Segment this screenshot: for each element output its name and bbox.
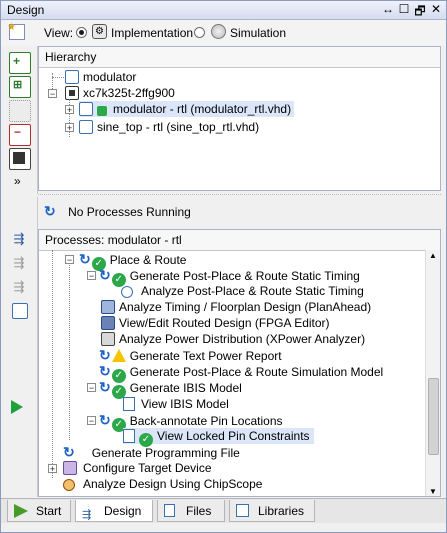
- process-chipscope[interactable]: Analyze Design Using ChipScope: [63, 476, 262, 492]
- tree-item-modulator-root[interactable]: modulator: [65, 69, 136, 85]
- view-bar: ★ View: ⚙ Implementation Simulation: [1, 20, 446, 46]
- collapse-icon[interactable]: −: [87, 383, 96, 393]
- process-status: ↻ No Processes Running: [38, 201, 191, 221]
- document-icon: [65, 70, 79, 84]
- process-programming-file[interactable]: ↻ Generate Programming File: [63, 444, 240, 460]
- process-analyze-static-timing[interactable]: Analyze Post-Place & Route Static Timing: [121, 283, 364, 299]
- open-report-icon[interactable]: [12, 303, 28, 319]
- simulation-icon: [211, 24, 226, 39]
- more-icon[interactable]: »: [14, 174, 21, 188]
- stop-icon[interactable]: ⇶: [9, 277, 29, 297]
- process-tree: Processes: modulator - rtl ▲ ▼ − ↻ ✓ Place…: [38, 229, 441, 497]
- process-scrollbar[interactable]: ▲ ▼: [425, 250, 440, 496]
- implementation-label[interactable]: Implementation: [111, 26, 193, 40]
- hierarchy-view-icon[interactable]: [9, 100, 31, 122]
- process-view-ibis[interactable]: View IBIS Model: [123, 396, 229, 412]
- fpga-editor-icon: [101, 316, 115, 330]
- scroll-thumb[interactable]: [428, 378, 439, 455]
- tree-item-device[interactable]: xc7k325t-2ffg900: [65, 85, 175, 101]
- implementation-radio[interactable]: [76, 27, 87, 38]
- refresh-icon: ↻: [99, 363, 111, 379]
- collapse-icon[interactable]: −: [87, 416, 96, 426]
- scroll-down-icon[interactable]: ▼: [429, 487, 437, 496]
- panel-title: Design: [7, 3, 45, 17]
- process-planahead[interactable]: Analyze Timing / Floorplan Design (PlanA…: [101, 299, 371, 315]
- rerun-all-icon[interactable]: ⇶: [9, 253, 29, 273]
- expand-icon[interactable]: +: [65, 105, 74, 115]
- refresh-icon: ↻: [99, 347, 111, 363]
- new-source-icon[interactable]: ★: [7, 22, 25, 40]
- design-icon: ⇶: [82, 509, 92, 521]
- add-copy-source-icon[interactable]: ⊞: [9, 76, 31, 98]
- simulation-label[interactable]: Simulation: [230, 26, 286, 40]
- process-toolbar: ⇶ ⇶ ⇶: [1, 197, 38, 497]
- expand-icon[interactable]: +: [48, 464, 57, 474]
- process-configure-device[interactable]: Configure Target Device: [63, 460, 212, 476]
- processes-header: Processes: modulator - rtl: [39, 230, 440, 251]
- splitter[interactable]: [38, 194, 441, 198]
- document-icon: [123, 429, 135, 443]
- refresh-icon: ↻: [44, 203, 56, 219]
- hierarchy-header: Hierarchy: [39, 47, 440, 68]
- design-panel: Design ↔ ☐ 🗗 ✕ ★ View: ⚙ Implementation …: [0, 0, 447, 533]
- warning-icon: [111, 349, 126, 362]
- process-gen-static-timing[interactable]: ↻ ✓ Generate Post-Place & Route Static Tim…: [99, 267, 360, 287]
- process-fpga-editor[interactable]: View/Edit Routed Design (FPGA Editor): [101, 315, 330, 331]
- collapse-icon[interactable]: −: [87, 271, 96, 281]
- maximize-icon[interactable]: ☐: [397, 2, 411, 16]
- expand-icon[interactable]: +: [65, 123, 74, 133]
- add-source-icon[interactable]: +: [9, 52, 31, 74]
- refresh-icon: ↻: [99, 379, 111, 395]
- panel-titlebar: Design ↔ ☐ 🗗 ✕: [1, 1, 446, 20]
- remove-source-icon[interactable]: −: [9, 124, 31, 146]
- process-sim-model[interactable]: ↻ ✓ Generate Post-Place & Route Simulation…: [99, 363, 383, 383]
- vhdl-file-icon: [79, 120, 93, 134]
- rerun-icon[interactable]: ⇶: [9, 229, 29, 249]
- libraries-icon: [236, 504, 249, 517]
- top-module-icon: [97, 106, 107, 116]
- tree-item-sine-top[interactable]: sine_top - rtl (sine_top_rtl.vhd): [79, 119, 259, 135]
- chipscope-icon: [63, 479, 75, 491]
- scroll-up-icon[interactable]: ▲: [429, 251, 437, 260]
- tab-design[interactable]: ⇶ Design: [75, 500, 153, 522]
- process-back-annotate[interactable]: ↻ ✓ Back-annotate Pin Locations: [99, 412, 283, 432]
- tab-files[interactable]: Files: [157, 500, 225, 522]
- planahead-icon: [101, 300, 115, 314]
- process-place-route[interactable]: ↻ ✓ Place & Route: [79, 251, 186, 271]
- process-xpower[interactable]: Analyze Power Distribution (XPower Analy…: [101, 331, 365, 347]
- close-icon[interactable]: ✕: [429, 2, 443, 16]
- stopwatch-icon: [121, 286, 133, 298]
- xpower-icon: [101, 332, 115, 346]
- tab-start[interactable]: Start: [7, 500, 71, 522]
- float-icon[interactable]: ↔: [381, 2, 395, 16]
- panel-tabs: Start ⇶ Design Files Libraries: [1, 498, 446, 523]
- refresh-icon: ↻: [79, 251, 91, 267]
- tab-libraries[interactable]: Libraries: [229, 500, 315, 522]
- process-view-locked-pins[interactable]: ✓ View Locked Pin Constraints: [123, 428, 314, 447]
- process-ibis-model[interactable]: ↻ ✓ Generate IBIS Model: [99, 379, 242, 399]
- run-icon[interactable]: [11, 400, 23, 414]
- chip-icon[interactable]: [9, 148, 31, 170]
- document-icon: [123, 397, 135, 411]
- refresh-icon: ↻: [63, 444, 75, 460]
- process-text-power-report[interactable]: ↻ Generate Text Power Report: [99, 347, 282, 363]
- hierarchy-tree: Hierarchy modulator − xc7k325t-2ffg900 +…: [38, 46, 441, 191]
- collapse-icon[interactable]: −: [65, 255, 74, 265]
- vhdl-file-icon: [79, 102, 93, 116]
- status-text: No Processes Running: [68, 205, 191, 219]
- simulation-radio[interactable]: [194, 27, 205, 38]
- view-label: View:: [44, 26, 74, 40]
- start-icon: [14, 504, 28, 518]
- collapse-icon[interactable]: −: [48, 89, 57, 99]
- files-icon: [164, 504, 175, 517]
- hierarchy-toolbar: + ⊞ − »: [1, 46, 38, 194]
- chip-icon: [65, 86, 79, 100]
- refresh-icon: ↻: [99, 412, 111, 428]
- implementation-icon: ⚙: [92, 24, 107, 39]
- impact-icon: [63, 461, 77, 475]
- refresh-icon: ↻: [99, 267, 111, 283]
- tree-item-modulator-rtl[interactable]: modulator - rtl (modulator_rtl.vhd): [79, 101, 295, 117]
